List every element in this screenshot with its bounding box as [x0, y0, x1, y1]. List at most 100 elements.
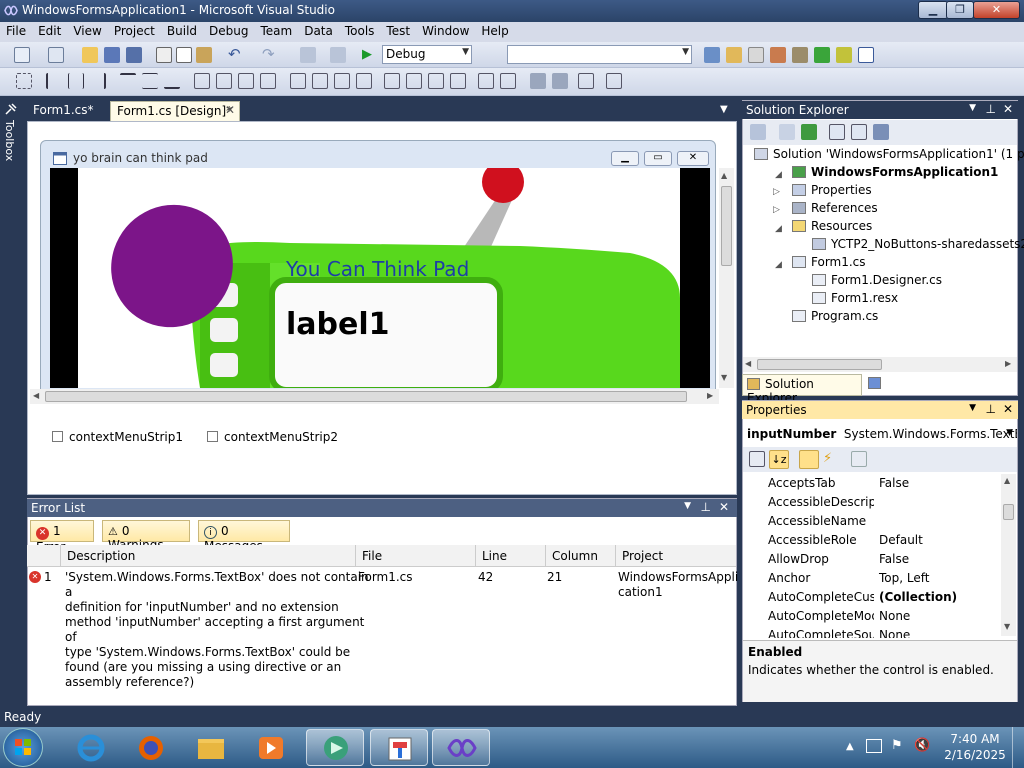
think-pad-picture[interactable]: You Can Think Pad label1 [50, 168, 710, 388]
tab-dropdown-icon[interactable]: ▼ [720, 104, 728, 115]
label1-control[interactable]: label1 [286, 307, 390, 342]
tree-references[interactable]: References [792, 201, 878, 218]
remove-vertical-spacing-icon[interactable] [450, 73, 466, 89]
property-value[interactable]: None [879, 628, 910, 638]
scroll-thumb[interactable] [1003, 504, 1014, 520]
tree-form1-resx[interactable]: Form1.resx [812, 291, 898, 308]
size-to-grid-icon[interactable] [216, 73, 232, 89]
align-tops-icon[interactable] [120, 73, 136, 89]
configuration-combo[interactable]: Debug ▼ [382, 45, 472, 64]
toolbox-pin-icon[interactable] [4, 102, 18, 116]
property-row[interactable]: AutoCompleteMode None [744, 607, 1014, 626]
taskbar-media-player[interactable] [242, 729, 300, 766]
start-page-icon[interactable] [814, 47, 830, 63]
tab-form1-design[interactable]: Form1.cs [Design]* ✕ [110, 101, 240, 121]
show-desktop-button[interactable] [1012, 727, 1024, 768]
remove-horizontal-spacing-icon[interactable] [356, 73, 372, 89]
collapse-icon[interactable]: ◢ [775, 260, 782, 270]
taskbar-app-running[interactable] [306, 729, 364, 766]
menu-window[interactable]: Window [416, 22, 475, 38]
tree-solution[interactable]: Solution 'WindowsFormsApplication1' (1 p… [754, 147, 1024, 164]
add-item-icon[interactable] [48, 47, 64, 63]
platform-combo[interactable]: ▼ [507, 45, 692, 64]
redo-icon[interactable]: ↷ [262, 47, 278, 63]
action-center-icon[interactable]: ⚑ [891, 738, 903, 753]
alphabetical-icon[interactable]: ↓z [769, 450, 789, 469]
send-to-back-icon[interactable] [552, 73, 568, 89]
paste-icon[interactable] [196, 47, 212, 63]
errors-filter-button[interactable]: ✕1 Error [30, 520, 94, 554]
tab-form1-cs[interactable]: Form1.cs* [27, 101, 100, 121]
property-value[interactable]: (Collection) [879, 590, 957, 604]
center-vertically-icon[interactable] [500, 73, 516, 89]
menu-tools[interactable]: Tools [339, 22, 381, 38]
taskbar-file-explorer[interactable] [182, 729, 240, 766]
property-row[interactable]: AllowDrop False [744, 550, 1014, 569]
column-header-description[interactable]: Description [61, 545, 356, 567]
tab-order-icon[interactable] [578, 73, 594, 89]
show-hidden-icons[interactable]: ▲ [846, 741, 854, 752]
taskbar-firefox[interactable] [122, 729, 180, 766]
panel-dropdown-icon[interactable]: ▼ [969, 103, 976, 113]
solution-horizontal-scrollbar[interactable]: ◀ ▶ [743, 357, 1017, 372]
increase-vertical-spacing-icon[interactable] [406, 73, 422, 89]
close-button[interactable]: ✕ [973, 1, 1020, 19]
toolbox-label[interactable]: Toolbox [3, 120, 16, 161]
menu-help[interactable]: Help [475, 22, 514, 38]
pin-icon[interactable]: ⊥ [986, 102, 996, 116]
align-middles-icon[interactable] [142, 73, 158, 89]
make-same-size-icon[interactable] [260, 73, 276, 89]
collapse-icon[interactable]: ◢ [775, 224, 782, 234]
property-row[interactable]: AccessibleDescriptic [744, 493, 1014, 512]
property-value[interactable]: False [879, 476, 909, 490]
messages-filter-button[interactable]: i0 Messages [198, 520, 290, 553]
menu-build[interactable]: Build [161, 22, 203, 38]
undo-icon[interactable]: ↶ [228, 47, 244, 63]
menu-project[interactable]: Project [108, 22, 161, 38]
property-row[interactable]: AccessibleRole Default [744, 531, 1014, 550]
make-same-height-icon[interactable] [238, 73, 254, 89]
designer-vertical-scrollbar[interactable]: ▲ ▼ [719, 168, 734, 388]
property-value[interactable]: None [879, 609, 910, 623]
property-value[interactable]: Default [879, 533, 923, 547]
close-icon[interactable]: ✕ [719, 500, 729, 514]
refresh-icon[interactable] [801, 124, 817, 140]
pin-icon[interactable]: ⊥ [701, 500, 711, 514]
increase-horizontal-spacing-icon[interactable] [312, 73, 328, 89]
decrease-vertical-spacing-icon[interactable] [428, 73, 444, 89]
navigate-forward-icon[interactable] [330, 47, 346, 63]
view-code-icon[interactable] [829, 124, 845, 140]
make-same-width-icon[interactable] [194, 73, 210, 89]
property-row[interactable]: AutoCompleteCustc (Collection) [744, 588, 1014, 607]
clock[interactable]: 7:40 AM 2/16/2025 [942, 731, 1008, 763]
taskbar-internet-explorer[interactable] [62, 729, 120, 766]
cut-icon[interactable] [156, 47, 172, 63]
decrease-horizontal-spacing-icon[interactable] [334, 73, 350, 89]
menu-file[interactable]: File [0, 22, 32, 38]
menu-test[interactable]: Test [380, 22, 416, 38]
panel-dropdown-icon[interactable]: ▼ [684, 501, 691, 511]
navigate-backward-icon[interactable] [300, 47, 316, 63]
object-browser-icon[interactable] [770, 47, 786, 63]
view-designer-icon[interactable] [851, 124, 867, 140]
panel-dropdown-icon[interactable]: ▼ [969, 403, 976, 413]
menu-edit[interactable]: Edit [32, 22, 67, 38]
show-all-files-icon[interactable] [779, 124, 795, 140]
designer-horizontal-scrollbar[interactable]: ◀ ▶ [30, 389, 719, 404]
close-icon[interactable]: ✕ [1003, 102, 1013, 116]
property-value[interactable]: False [879, 552, 909, 566]
menu-view[interactable]: View [67, 22, 107, 38]
collapse-icon[interactable]: ◢ [775, 170, 782, 180]
property-row[interactable]: AccessibleName [744, 512, 1014, 531]
expand-icon[interactable]: ▷ [773, 205, 780, 215]
properties-view-icon[interactable] [799, 450, 819, 469]
extension-manager-icon[interactable] [836, 47, 852, 63]
property-value[interactable]: Top, Left [879, 571, 929, 585]
properties-icon[interactable] [750, 124, 766, 140]
start-button[interactable] [3, 728, 43, 767]
column-header-file[interactable]: File [356, 545, 476, 567]
column-header-line[interactable]: Line [476, 545, 546, 567]
error-row[interactable]: ✕ 1 'System.Windows.Forms.TextBox' does … [27, 567, 738, 689]
close-icon[interactable]: ✕ [225, 103, 235, 117]
properties-vertical-scrollbar[interactable]: ▲ ▼ [1001, 474, 1016, 636]
